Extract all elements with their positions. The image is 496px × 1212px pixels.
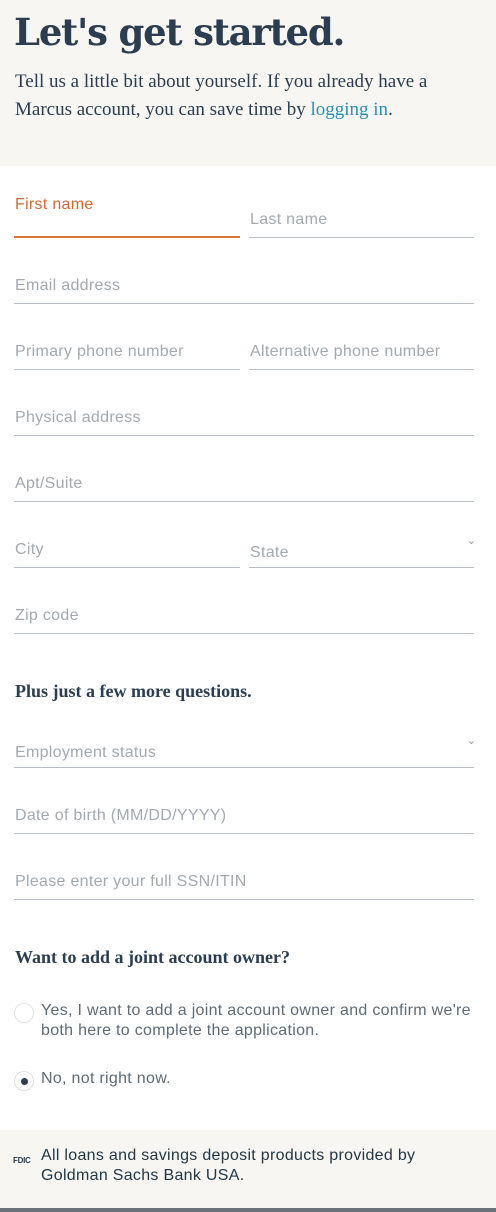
bottom-bar xyxy=(0,1208,496,1212)
chevron-down-icon: ⌄ xyxy=(466,535,476,547)
state-select[interactable]: State ⌄ xyxy=(249,535,476,568)
email-field[interactable] xyxy=(14,274,474,304)
page-title: Let's get started. xyxy=(14,10,345,54)
dob-field[interactable] xyxy=(14,804,474,834)
joint-yes-option[interactable]: Yes, I want to add a joint account owner… xyxy=(14,1001,481,1041)
city-input[interactable] xyxy=(14,538,240,567)
first-name-label: First name xyxy=(15,196,94,213)
dob-input[interactable] xyxy=(14,804,474,833)
employment-select[interactable]: Employment status ⌄ xyxy=(14,735,476,768)
state-placeholder: State xyxy=(250,544,289,561)
last-name-input[interactable] xyxy=(249,208,474,237)
intro-section: Let's get started. Tell us a little bit … xyxy=(0,0,496,166)
zip-input[interactable] xyxy=(14,604,474,633)
city-field[interactable] xyxy=(14,538,240,568)
joint-no-option[interactable]: No, not right now. xyxy=(14,1069,481,1091)
alt-phone-field[interactable] xyxy=(249,340,474,370)
radio-icon[interactable] xyxy=(14,1003,34,1023)
intro-text: Tell us a little bit about yourself. If … xyxy=(15,68,485,124)
fdic-note: All loans and savings deposit products p… xyxy=(41,1147,416,1184)
radio-icon[interactable] xyxy=(14,1071,34,1091)
more-questions-title: Plus just a few more questions. xyxy=(15,681,252,701)
apt-field[interactable] xyxy=(14,472,474,502)
alt-phone-input[interactable] xyxy=(249,340,474,369)
chevron-down-icon: ⌄ xyxy=(466,735,476,747)
fdic-logo: FDIC xyxy=(13,1156,31,1165)
first-name-field[interactable]: First name xyxy=(14,196,240,238)
ssn-input[interactable] xyxy=(14,870,474,899)
employment-placeholder: Employment status xyxy=(15,744,157,761)
intro-text-end: . xyxy=(388,99,393,120)
email-input[interactable] xyxy=(14,274,474,303)
login-link[interactable]: logging in xyxy=(310,99,388,120)
primary-phone-input[interactable] xyxy=(14,340,240,369)
primary-phone-field[interactable] xyxy=(14,340,240,370)
ssn-field[interactable] xyxy=(14,870,474,900)
joint-no-label: No, not right now. xyxy=(41,1070,171,1087)
zip-field[interactable] xyxy=(14,604,474,634)
joint-owner-title: Want to add a joint account owner? xyxy=(15,947,291,967)
joint-yes-label: Yes, I want to add a joint account owner… xyxy=(41,1002,471,1039)
footer: FDIC All loans and savings deposit produ… xyxy=(0,1130,496,1212)
apt-input[interactable] xyxy=(14,472,474,501)
address-field[interactable] xyxy=(14,406,474,436)
address-input[interactable] xyxy=(14,406,474,435)
last-name-field[interactable] xyxy=(249,208,474,238)
